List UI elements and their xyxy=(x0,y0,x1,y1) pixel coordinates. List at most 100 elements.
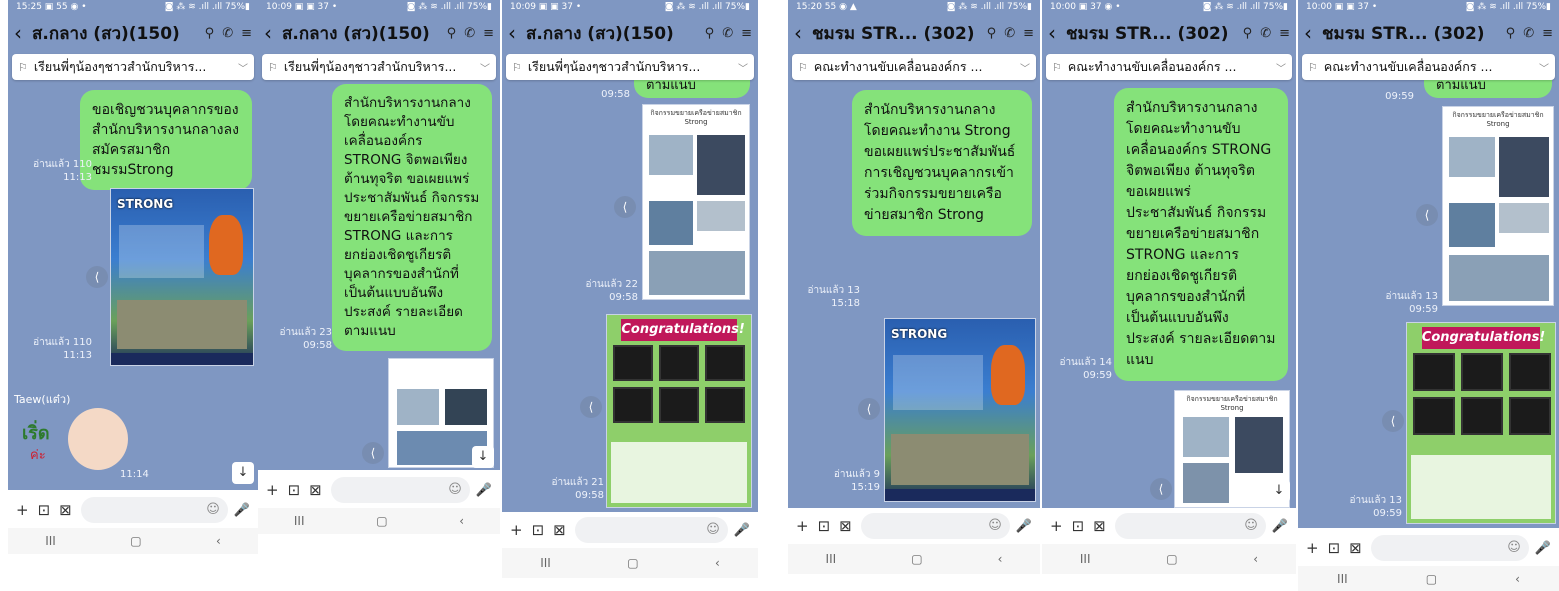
menu-icon[interactable]: ≡ xyxy=(741,26,752,41)
gallery-icon[interactable]: ⊠ xyxy=(1349,539,1362,557)
plus-icon[interactable]: + xyxy=(796,517,809,535)
share-icon[interactable]: ⟨ xyxy=(1150,478,1172,500)
pinned-announcement[interactable]: ⚐ คณะทำงานขับเคลื่อนองค์กร ... ﹀ xyxy=(1302,54,1555,80)
share-icon[interactable]: ⟨ xyxy=(614,196,636,218)
mic-icon[interactable]: 🎤 xyxy=(476,483,492,498)
gallery-icon[interactable]: ⊠ xyxy=(553,521,566,539)
plus-icon[interactable]: + xyxy=(1306,539,1319,557)
share-icon[interactable]: ⟨ xyxy=(1382,410,1404,432)
call-icon[interactable]: ✆ xyxy=(1260,26,1271,41)
share-icon[interactable]: ⟨ xyxy=(1416,204,1438,226)
home-button[interactable]: ▢ xyxy=(1166,552,1177,566)
mic-icon[interactable]: 🎤 xyxy=(1272,519,1288,534)
back-icon[interactable]: ‹ xyxy=(264,21,278,45)
call-icon[interactable]: ✆ xyxy=(1004,26,1015,41)
emoji-icon[interactable]: ☺ xyxy=(448,482,462,497)
home-button[interactable]: ▢ xyxy=(1426,572,1437,586)
recents-button[interactable]: III xyxy=(1337,572,1348,586)
message-input[interactable]: ☺ xyxy=(1114,513,1266,539)
gallery-icon[interactable]: ⊠ xyxy=(839,517,852,535)
menu-icon[interactable]: ≡ xyxy=(1023,26,1034,41)
scroll-down-button[interactable]: ↓ xyxy=(472,446,494,468)
camera-icon[interactable]: ⊡ xyxy=(1072,517,1085,535)
search-icon[interactable]: ⚲ xyxy=(705,26,715,41)
recents-button[interactable]: III xyxy=(826,552,837,566)
back-icon[interactable]: ‹ xyxy=(14,21,28,45)
pinned-announcement[interactable]: ⚐ คณะทำงานขับเคลื่อนองค์กร ... ﹀ xyxy=(792,54,1036,80)
message-bubble[interactable]: สำนักบริหารงานกลาง โดยคณะทำงาน Strong ขอ… xyxy=(852,90,1032,236)
back-button[interactable]: ‹ xyxy=(216,534,221,548)
message-input[interactable]: ☺ xyxy=(1370,535,1529,561)
message-bubble[interactable]: ขอเชิญชวนบุคลากรของสำนักบริหารงานกลางลงส… xyxy=(80,90,252,190)
call-icon[interactable]: ✆ xyxy=(1523,26,1534,41)
strong-poster-image[interactable]: STRONG xyxy=(884,318,1036,502)
pinned-announcement[interactable]: ⚐ เรียนพี่ๆน้องๆชาวสำนักบริหาร... ﹀ xyxy=(12,54,254,80)
message-input[interactable]: ☺ xyxy=(574,517,728,543)
search-icon[interactable]: ⚲ xyxy=(447,26,457,41)
call-icon[interactable]: ✆ xyxy=(464,26,475,41)
camera-icon[interactable]: ⊡ xyxy=(38,501,51,519)
back-button[interactable]: ‹ xyxy=(459,514,464,528)
mic-icon[interactable]: 🎤 xyxy=(1535,541,1551,556)
search-icon[interactable]: ⚲ xyxy=(1506,26,1516,41)
chevron-down-icon[interactable]: ﹀ xyxy=(238,60,248,75)
share-icon[interactable]: ⟨ xyxy=(86,266,108,288)
chevron-down-icon[interactable]: ﹀ xyxy=(1020,60,1030,75)
mic-icon[interactable]: 🎤 xyxy=(734,523,750,538)
document-image[interactable]: กิจกรรมขยายเครือข่ายสมาชิก Strong xyxy=(642,104,750,300)
message-input[interactable]: ☺ xyxy=(80,497,228,523)
home-button[interactable]: ▢ xyxy=(130,534,141,548)
plus-icon[interactable]: + xyxy=(510,521,523,539)
share-icon[interactable]: ⟨ xyxy=(580,396,602,418)
call-icon[interactable]: ✆ xyxy=(722,26,733,41)
chevron-down-icon[interactable]: ﹀ xyxy=(738,60,748,75)
chevron-down-icon[interactable]: ﹀ xyxy=(480,60,490,75)
scroll-down-button[interactable]: ↓ xyxy=(1268,480,1290,502)
strong-poster-image[interactable]: STRONG xyxy=(110,188,254,366)
message-input[interactable]: ☺ xyxy=(860,513,1010,539)
recents-button[interactable]: III xyxy=(45,534,56,548)
camera-icon[interactable]: ⊡ xyxy=(1328,539,1341,557)
mic-icon[interactable]: 🎤 xyxy=(234,503,250,518)
gallery-icon[interactable]: ⊠ xyxy=(309,481,322,499)
emoji-icon[interactable]: ☺ xyxy=(1244,518,1258,533)
camera-icon[interactable]: ⊡ xyxy=(818,517,831,535)
message-input[interactable]: ☺ xyxy=(330,477,470,503)
plus-icon[interactable]: + xyxy=(266,481,279,499)
search-icon[interactable]: ⚲ xyxy=(1243,26,1253,41)
sticker-image[interactable]: เริ่ด ค่ะ xyxy=(22,408,132,478)
emoji-icon[interactable]: ☺ xyxy=(206,502,220,517)
scroll-down-button[interactable]: ↓ xyxy=(232,462,254,484)
camera-icon[interactable]: ⊡ xyxy=(288,481,301,499)
chevron-down-icon[interactable]: ﹀ xyxy=(1539,60,1549,75)
plus-icon[interactable]: + xyxy=(16,501,29,519)
search-icon[interactable]: ⚲ xyxy=(205,26,215,41)
emoji-icon[interactable]: ☺ xyxy=(988,518,1002,533)
back-button[interactable]: ‹ xyxy=(1253,552,1258,566)
congratulations-image[interactable]: Congratulations! xyxy=(606,314,752,508)
emoji-icon[interactable]: ☺ xyxy=(1507,540,1521,555)
back-button[interactable]: ‹ xyxy=(1515,572,1520,586)
menu-icon[interactable]: ≡ xyxy=(1542,26,1553,41)
gallery-icon[interactable]: ⊠ xyxy=(1093,517,1106,535)
camera-icon[interactable]: ⊡ xyxy=(532,521,545,539)
pinned-announcement[interactable]: ⚐ คณะทำงานขับเคลื่อนองค์กร ... ﹀ xyxy=(1046,54,1292,80)
emoji-icon[interactable]: ☺ xyxy=(706,522,720,537)
message-bubble[interactable]: สำนักบริหารงานกลาง โดยคณะทำงานขับเคลื่อน… xyxy=(332,84,492,351)
home-button[interactable]: ▢ xyxy=(376,514,387,528)
message-bubble[interactable]: สำนักบริหารงานกลาง โดยคณะทำงานขับเคลื่อน… xyxy=(1114,88,1288,381)
home-button[interactable]: ▢ xyxy=(911,552,922,566)
back-icon[interactable]: ‹ xyxy=(794,21,808,45)
back-icon[interactable]: ‹ xyxy=(1304,21,1318,45)
back-icon[interactable]: ‹ xyxy=(1048,21,1062,45)
home-button[interactable]: ▢ xyxy=(627,556,638,570)
recents-button[interactable]: III xyxy=(540,556,551,570)
share-icon[interactable]: ⟨ xyxy=(858,398,880,420)
pinned-announcement[interactable]: ⚐ เรียนพี่ๆน้องๆชาวสำนักบริหาร... ﹀ xyxy=(506,54,754,80)
back-button[interactable]: ‹ xyxy=(998,552,1003,566)
search-icon[interactable]: ⚲ xyxy=(987,26,997,41)
share-icon[interactable]: ⟨ xyxy=(362,442,384,464)
recents-button[interactable]: III xyxy=(1080,552,1091,566)
mic-icon[interactable]: 🎤 xyxy=(1016,519,1032,534)
plus-icon[interactable]: + xyxy=(1050,517,1063,535)
